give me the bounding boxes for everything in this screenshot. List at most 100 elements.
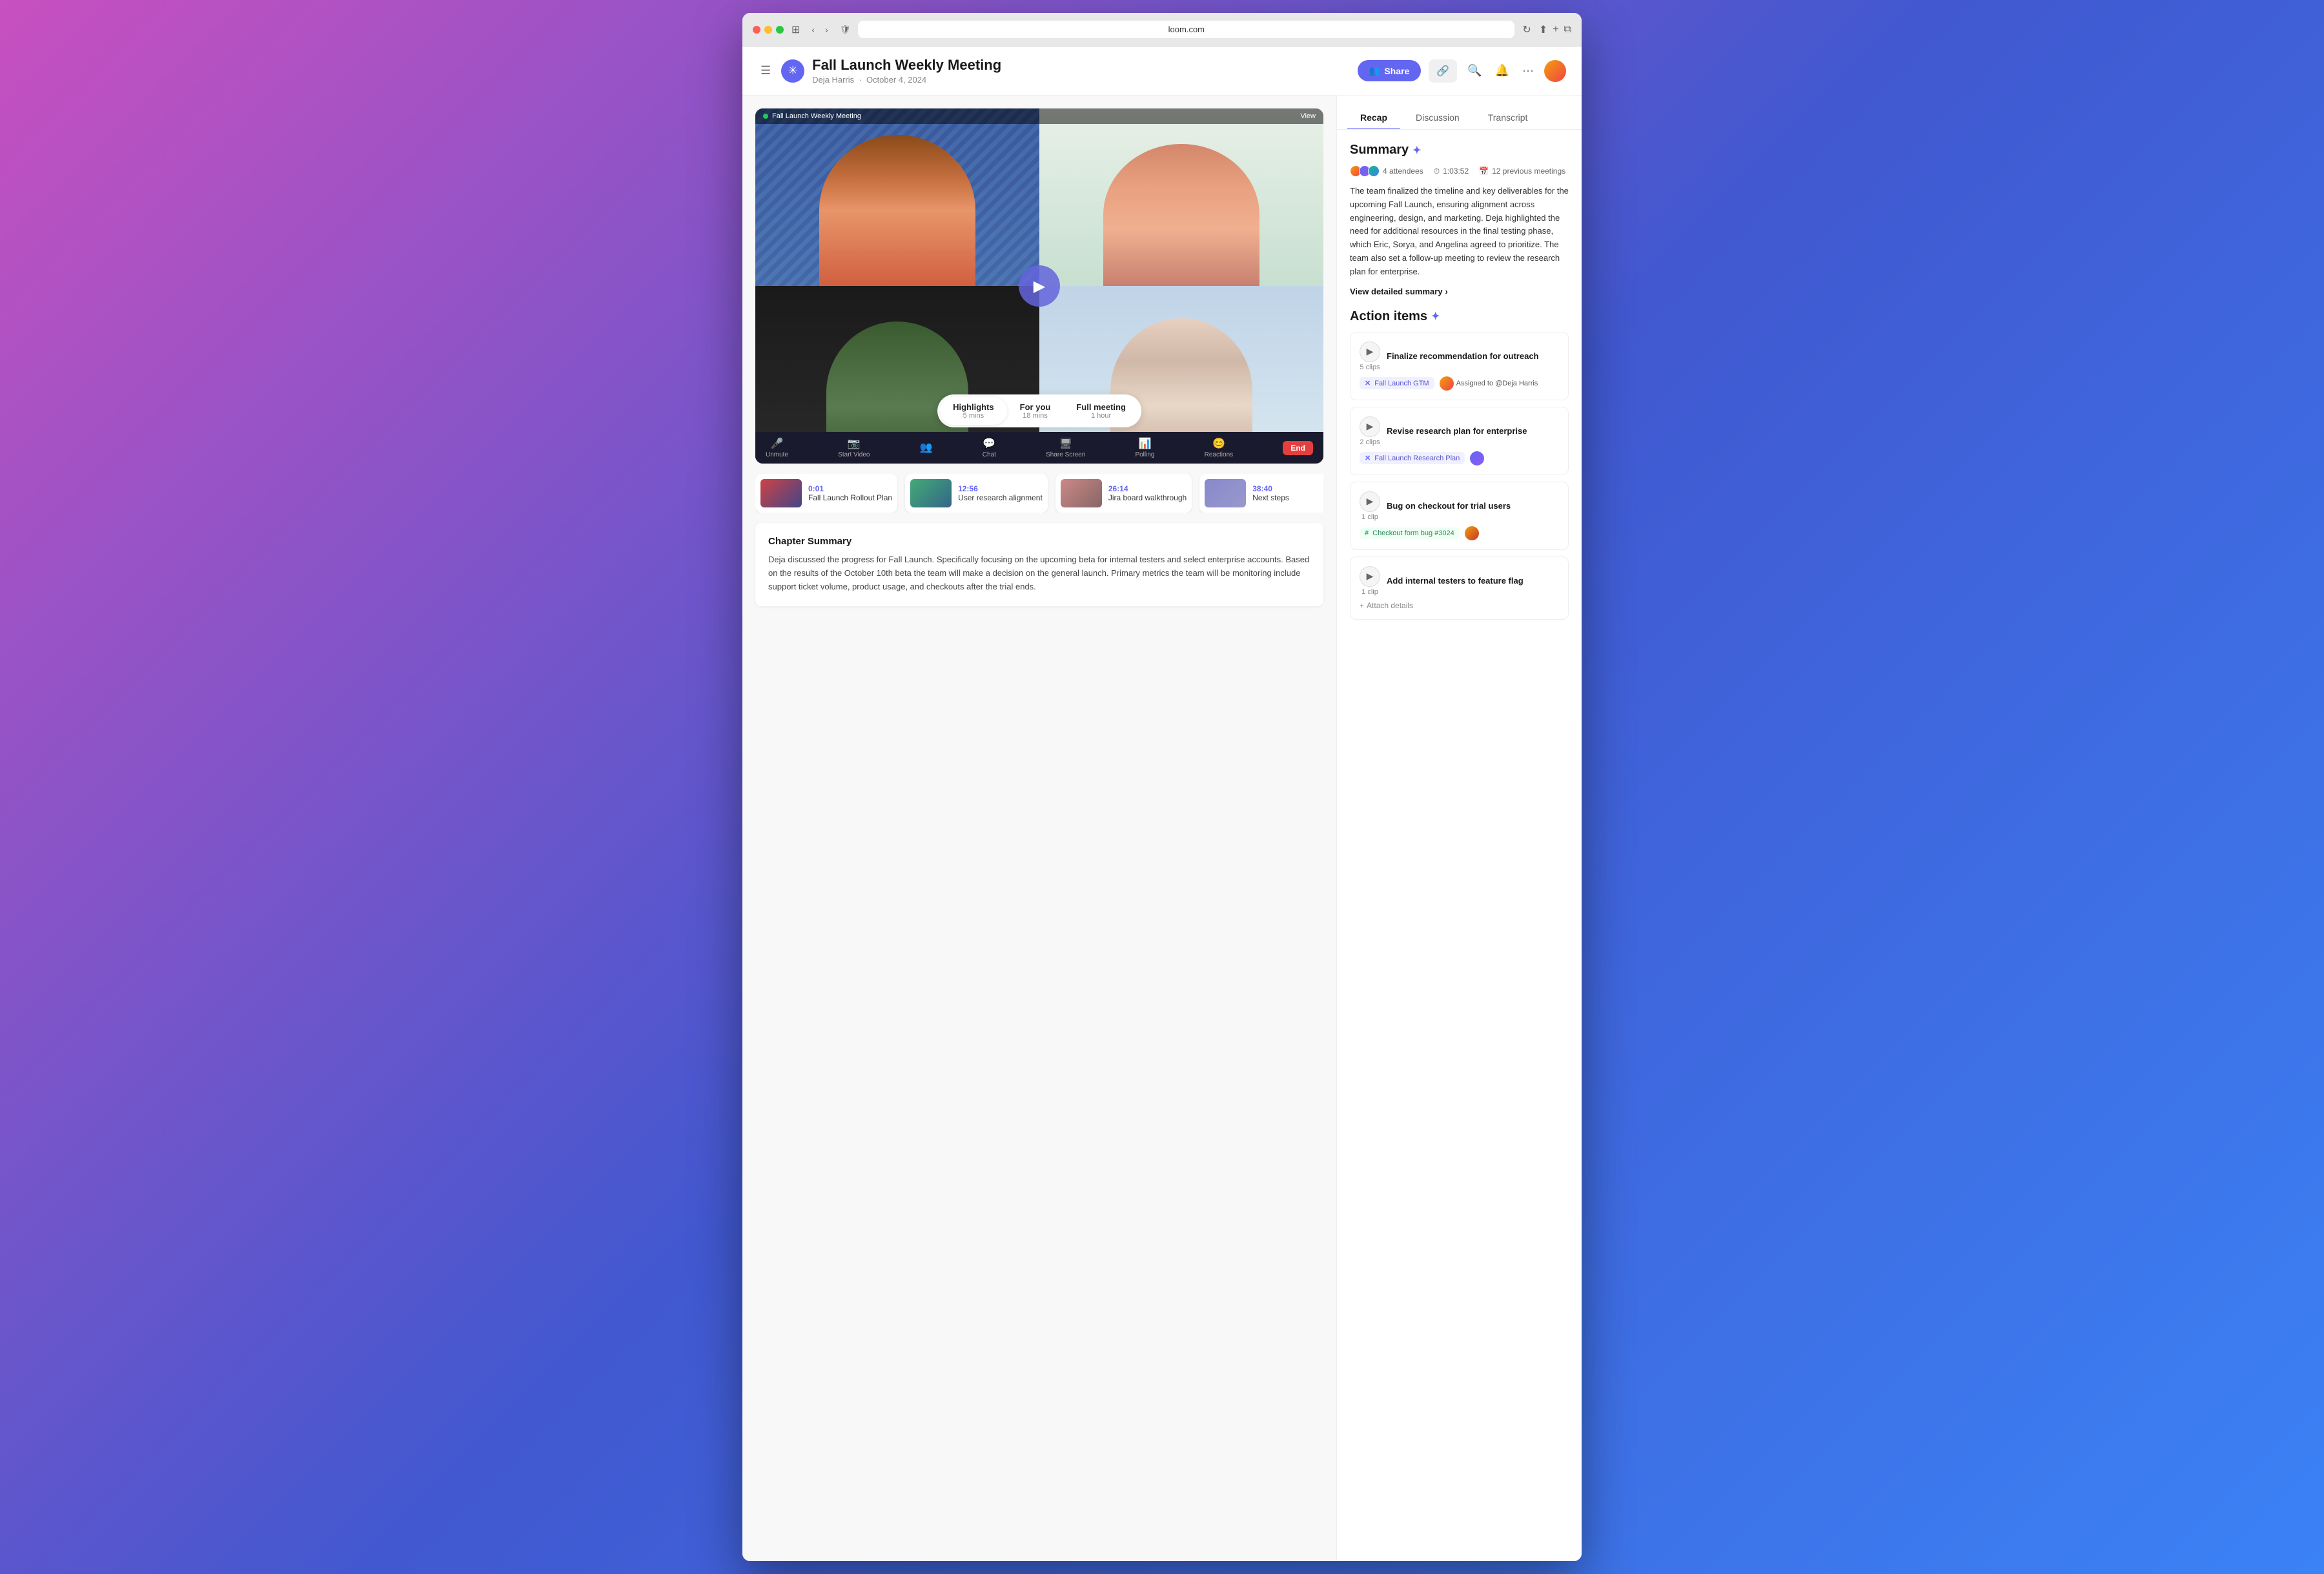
selector-highlights[interactable]: Highlights 5 mins — [940, 397, 1007, 425]
selector-full-meeting[interactable]: Full meeting 1 hour — [1063, 397, 1139, 425]
app-header: ☰ ✳ Fall Launch Weekly Meeting Deja Harr… — [742, 46, 1582, 96]
assigned-avatar-1 — [1440, 376, 1454, 391]
reload-button[interactable]: ↻ — [1522, 23, 1531, 36]
action-item-1-tags: ✕ Fall Launch GTM Assigned to @Deja Harr… — [1360, 376, 1559, 391]
reactions-button[interactable]: 😊 Reactions — [1205, 437, 1233, 458]
minimize-dot[interactable] — [764, 26, 772, 34]
fullscreen-dot[interactable] — [776, 26, 784, 34]
view-label[interactable]: View — [1300, 112, 1316, 120]
close-dot[interactable] — [753, 26, 760, 34]
action-items-section: Action items ✦ ▶ 5 clips Finalize recomm… — [1350, 309, 1569, 620]
video-container: Fall Launch Weekly Meeting View — [755, 108, 1323, 464]
clip-button-1[interactable]: ▶ — [1360, 342, 1380, 362]
clip-button-4[interactable]: ▶ — [1360, 566, 1380, 587]
attendee-avatar-3 — [1368, 165, 1380, 177]
summary-meta: 4 attendees ⏱ 1:03:52 📅 12 previous meet… — [1350, 165, 1569, 177]
action-item-2-header: ▶ 2 clips Revise research plan for enter… — [1360, 416, 1559, 446]
tag-2[interactable]: ✕ Fall Launch Research Plan — [1360, 452, 1465, 464]
chapter-info-4: 38:40 Next steps — [1252, 484, 1289, 502]
tag-x-icon: ✕ — [1365, 379, 1371, 387]
action-item-2: ▶ 2 clips Revise research plan for enter… — [1350, 407, 1569, 475]
tag-1[interactable]: ✕ Fall Launch GTM — [1360, 377, 1434, 389]
chat-button[interactable]: 💬 Chat — [983, 437, 996, 458]
clip-button-2[interactable]: ▶ — [1360, 416, 1380, 437]
more-menu-button[interactable]: ··· — [1520, 61, 1536, 80]
video-cell-1 — [755, 108, 1039, 286]
attach-link[interactable]: + Attach details — [1360, 601, 1413, 610]
action-item-1: ▶ 5 clips Finalize recommendation for ou… — [1350, 332, 1569, 400]
tab-recap[interactable]: Recap — [1347, 106, 1400, 129]
highlights-label: Highlights — [953, 402, 994, 412]
action-item-2-tags: ✕ Fall Launch Research Plan — [1360, 451, 1559, 465]
highlights-time: 5 mins — [953, 412, 994, 420]
unmute-button[interactable]: 🎤 Unmute — [766, 437, 788, 458]
live-indicator — [763, 114, 768, 119]
clip-count-4: 1 clip — [1361, 588, 1378, 596]
user-avatar[interactable] — [1544, 60, 1566, 82]
chapter-card-2[interactable]: 12:56 User research alignment — [905, 474, 1048, 513]
polling-button[interactable]: 📊 Polling — [1135, 437, 1154, 458]
tab-transcript[interactable]: Transcript — [1475, 106, 1541, 129]
video-inner: Fall Launch Weekly Meeting View — [755, 108, 1323, 464]
share-button[interactable]: 👥 Share — [1358, 60, 1421, 81]
plus-icon: + — [1360, 601, 1364, 610]
summary-text: The team finalized the timeline and key … — [1350, 185, 1569, 279]
full-meeting-label: Full meeting — [1076, 402, 1126, 412]
chapter-info-3: 26:14 Jira board walkthrough — [1108, 484, 1187, 502]
end-button[interactable]: End — [1283, 441, 1313, 455]
view-summary-link[interactable]: View detailed summary › — [1350, 287, 1569, 296]
app-content: ☰ ✳ Fall Launch Weekly Meeting Deja Harr… — [742, 46, 1582, 1561]
sidebar-toggle-button[interactable]: ⊞ — [791, 23, 800, 36]
share-browser-button[interactable]: ⬆ — [1539, 23, 1547, 36]
chapter-time-3: 26:14 — [1108, 484, 1187, 493]
chapter-card-4[interactable]: 38:40 Next steps — [1199, 474, 1323, 513]
page-title: Fall Launch Weekly Meeting — [812, 57, 1001, 74]
action-item-text-2: Revise research plan for enterprise — [1387, 426, 1559, 436]
forward-button[interactable]: › — [821, 23, 832, 36]
clip-button-3[interactable]: ▶ — [1360, 491, 1380, 512]
action-item-text-1: Finalize recommendation for outreach — [1387, 351, 1559, 361]
play-button-overlay: ▶ — [1019, 265, 1060, 307]
assigned-avatar-3 — [1465, 526, 1479, 540]
url-bar[interactable] — [858, 21, 1514, 38]
video-icon: 📷 — [848, 437, 861, 450]
main-layout: Fall Launch Weekly Meeting View — [742, 96, 1582, 1561]
chapter-info-1: 0:01 Fall Launch Rollout Plan — [808, 484, 892, 502]
tag-3[interactable]: # Checkout form bug #3024 — [1360, 527, 1460, 539]
attendee-avatars — [1350, 165, 1380, 177]
chapter-summary-text: Deja discussed the progress for Fall Lau… — [768, 553, 1310, 593]
new-tab-button[interactable]: + — [1553, 24, 1558, 36]
copy-link-button[interactable]: 🔗 — [1429, 59, 1457, 83]
selector-for-you[interactable]: For you 18 mins — [1007, 397, 1064, 425]
chapter-card-1[interactable]: 0:01 Fall Launch Rollout Plan — [755, 474, 897, 513]
summary-section: Summary ✦ 4 attendees — [1350, 143, 1569, 296]
header-title-group: Fall Launch Weekly Meeting Deja Harris ·… — [812, 57, 1001, 85]
notifications-button[interactable]: 🔔 — [1493, 61, 1512, 80]
assigned-badge-2 — [1470, 451, 1484, 465]
search-button[interactable]: 🔍 — [1465, 61, 1484, 80]
clip-count-2: 2 clips — [1360, 438, 1380, 446]
action-item-3-tags: # Checkout form bug #3024 — [1360, 526, 1559, 540]
video-selector: Highlights 5 mins For you 18 mins Full m… — [937, 394, 1141, 427]
hamburger-button[interactable]: ☰ — [758, 61, 773, 80]
tab-discussion[interactable]: Discussion — [1403, 106, 1473, 129]
video-header: Fall Launch Weekly Meeting View — [755, 108, 1323, 124]
more-windows-button[interactable]: ⧉ — [1564, 24, 1571, 36]
chapter-name-4: Next steps — [1252, 493, 1289, 502]
clip-count-3: 1 clip — [1361, 513, 1378, 521]
chapter-thumb-3 — [1061, 479, 1102, 507]
participants-button[interactable]: 👥 — [920, 441, 933, 455]
chapter-card-3[interactable]: 26:14 Jira board walkthrough — [1055, 474, 1192, 513]
chapter-time-1: 0:01 — [808, 484, 892, 493]
chapter-name-3: Jira board walkthrough — [1108, 493, 1187, 502]
start-video-button[interactable]: 📷 Start Video — [838, 437, 870, 458]
share-screen-button[interactable]: 🖥 Share Screen — [1046, 437, 1085, 458]
action-item-1-header: ▶ 5 clips Finalize recommendation for ou… — [1360, 342, 1559, 371]
full-meeting-time: 1 hour — [1076, 412, 1126, 420]
play-button[interactable]: ▶ — [1019, 265, 1060, 307]
attendees-count: 4 attendees — [1383, 167, 1423, 176]
video-cell-2 — [1039, 108, 1323, 286]
duration-meta: ⏱ 1:03:52 — [1434, 167, 1469, 176]
action-item-3: ▶ 1 clip Bug on checkout for trial users… — [1350, 482, 1569, 550]
back-button[interactable]: ‹ — [808, 23, 819, 36]
